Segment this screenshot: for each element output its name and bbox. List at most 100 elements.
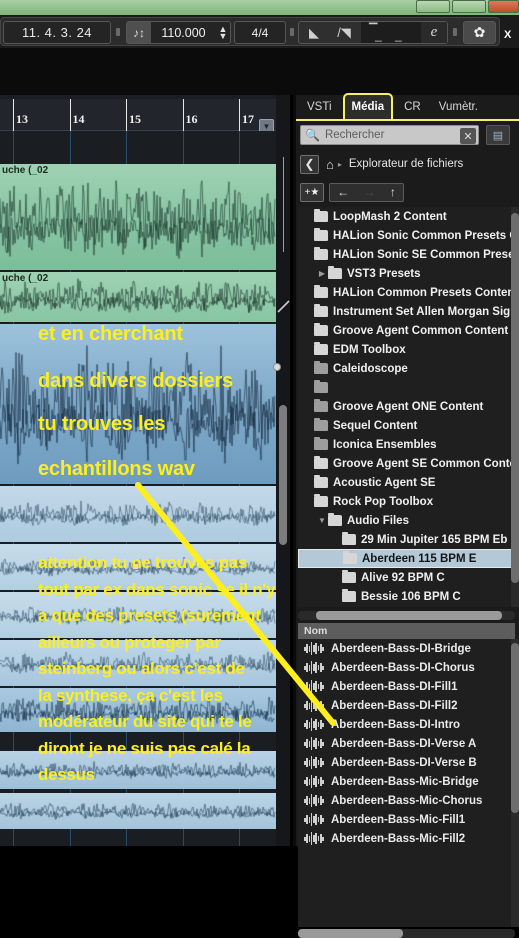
nav-back-icon[interactable]: ← bbox=[337, 185, 349, 199]
folder-icon bbox=[328, 266, 342, 279]
breadcrumb-label[interactable]: Explorateur de fichiers bbox=[349, 158, 463, 170]
tree-item[interactable]: Groove Agent SE Common Content bbox=[298, 454, 517, 473]
ruler-tick bbox=[239, 99, 240, 131]
tree-item[interactable]: Acoustic Agent SE bbox=[298, 473, 517, 492]
file-list-header[interactable]: Nom bbox=[298, 623, 515, 639]
tree-item-label: Rock Pop Toolbox bbox=[333, 495, 434, 508]
timeline-ruler[interactable]: 13 14 15 16 17 ▼ bbox=[0, 99, 276, 133]
track-lanes[interactable]: uche (_02 uche (_02 bbox=[0, 131, 276, 846]
tree-item[interactable]: Groove Agent Common Content bbox=[298, 321, 517, 340]
window-maximize-button[interactable] bbox=[452, 0, 486, 13]
metronome-click-icon[interactable]: ◣ bbox=[299, 22, 329, 43]
tempo-control[interactable]: ♪↕ 110.000 ▲ ▼ bbox=[126, 21, 231, 44]
home-icon[interactable]: ⌂ bbox=[326, 157, 334, 172]
tree-item[interactable]: Aberdeen 115 BPM E bbox=[298, 549, 517, 568]
tree-item[interactable]: HALion Sonic SE Common Presets C bbox=[298, 245, 517, 264]
file-list-horizontal-scrollbar-thumb[interactable] bbox=[298, 929, 403, 938]
tree-item[interactable]: 29 Min Jupiter 165 BPM Eb bbox=[298, 530, 517, 549]
precount-icon[interactable]: /◥ bbox=[329, 22, 359, 43]
scroll-knob[interactable] bbox=[273, 363, 281, 371]
close-x-label[interactable]: X bbox=[504, 29, 511, 41]
editor-button[interactable]: e bbox=[421, 22, 447, 43]
waveform-icon bbox=[304, 756, 324, 769]
audio-clip[interactable] bbox=[0, 592, 276, 638]
audio-clip[interactable] bbox=[0, 486, 276, 542]
file-list-item[interactable]: Aberdeen-Bass-DI-Verse B bbox=[298, 753, 515, 772]
audio-clip[interactable] bbox=[0, 640, 276, 686]
tree-item-label: Groove Agent SE Common Content bbox=[333, 457, 517, 470]
separator-dot-2 bbox=[290, 28, 294, 36]
tree-item[interactable]: ▼ Audio Files bbox=[298, 511, 517, 530]
tree-item-label: Aberdeen 115 BPM E bbox=[362, 552, 477, 565]
view-options-icon[interactable]: ▤ bbox=[486, 125, 510, 145]
tree-item[interactable]: LoopMash 2 Content bbox=[298, 207, 517, 226]
breadcrumb: ❮ ⌂ ▸ Explorateur de fichiers bbox=[296, 153, 519, 175]
audio-clip[interactable] bbox=[0, 324, 276, 484]
file-list[interactable]: Aberdeen-Bass-DI-Bridge Aberdeen-Bass-DI-… bbox=[298, 639, 515, 927]
tree-item[interactable]: Alive 92 BPM C bbox=[298, 568, 517, 587]
arrange-window[interactable]: 13 14 15 16 17 ▼ uche (_02 uche (_02 bbox=[0, 95, 293, 846]
tree-item[interactable]: HALion Common Presets Content bbox=[298, 283, 517, 302]
tree-item[interactable]: Instrument Set Allen Morgan Signa bbox=[298, 302, 517, 321]
tree-item[interactable]: Caleidoscope bbox=[298, 359, 517, 378]
tab-vumtr[interactable]: Vumètr. bbox=[432, 95, 485, 119]
tab-vsti[interactable]: VSTi bbox=[300, 95, 339, 119]
file-list-item[interactable]: Aberdeen-Bass-DI-Fill2 bbox=[298, 696, 515, 715]
folder-tree[interactable]: LoopMash 2 Content HALion Sonic Common Pr… bbox=[298, 207, 517, 607]
audio-clip[interactable]: uche (_02 bbox=[0, 164, 276, 270]
clear-search-icon[interactable]: ✕ bbox=[460, 128, 476, 144]
window-close-button[interactable] bbox=[488, 0, 519, 13]
tree-item[interactable]: Groove Agent ONE Content bbox=[298, 397, 517, 416]
tree-item[interactable]: Iconica Ensembles bbox=[298, 435, 517, 454]
chevron-right-icon[interactable]: ▶ bbox=[316, 269, 328, 278]
file-name: Aberdeen-Bass-DI-Fill1 bbox=[331, 680, 458, 693]
waveform bbox=[0, 592, 276, 638]
audio-clip[interactable] bbox=[0, 793, 276, 829]
settings-button[interactable]: ✿ bbox=[463, 21, 496, 44]
file-list-item[interactable]: Aberdeen-Bass-Mic-Fill1 bbox=[298, 810, 515, 829]
file-list-item[interactable]: Aberdeen-Bass-DI-Verse A bbox=[298, 734, 515, 753]
tab-mdia[interactable]: Média bbox=[342, 93, 394, 119]
clip-handle[interactable] bbox=[132, 563, 139, 570]
transport-position-field[interactable]: 11. 4. 3. 24 bbox=[3, 21, 111, 44]
breadcrumb-back-button[interactable]: ❮ bbox=[300, 154, 319, 174]
tree-item[interactable]: Sequel Content bbox=[298, 416, 517, 435]
tree-horizontal-scrollbar-thumb[interactable] bbox=[316, 611, 502, 620]
add-favorite-button[interactable]: +★ bbox=[300, 182, 324, 202]
tab-cr[interactable]: CR bbox=[397, 95, 428, 119]
tree-item[interactable]: Rock Pop Toolbox bbox=[298, 492, 517, 511]
track-vertical-scrollbar-thumb[interactable] bbox=[279, 405, 287, 545]
tree-item-label: HALion Sonic SE Common Presets C bbox=[333, 248, 517, 261]
tree-item[interactable]: EDM Toolbox bbox=[298, 340, 517, 359]
tempo-spinner-icon[interactable]: ▲ ▼ bbox=[216, 24, 230, 40]
tree-item-label: Instrument Set Allen Morgan Signa bbox=[333, 305, 517, 318]
waveform-icon bbox=[304, 642, 324, 655]
audio-clip[interactable]: uche (_02 bbox=[0, 272, 276, 322]
file-list-vertical-scrollbar-thumb[interactable] bbox=[511, 643, 519, 813]
tempo-value[interactable]: 110.000 bbox=[151, 26, 216, 40]
tree-item[interactable]: HALion Sonic Common Presets Con bbox=[298, 226, 517, 245]
chevron-down-icon[interactable]: ▼ bbox=[316, 516, 328, 525]
file-list-item[interactable]: Aberdeen-Bass-Mic-Fill2 bbox=[298, 829, 515, 848]
file-list-item[interactable]: Aberdeen-Bass-DI-Chorus bbox=[298, 658, 515, 677]
file-list-item[interactable]: Aberdeen-Bass-DI-Intro bbox=[298, 715, 515, 734]
file-list-item[interactable]: Aberdeen-Bass-Mic-Chorus bbox=[298, 791, 515, 810]
tree-item[interactable] bbox=[298, 378, 517, 397]
tree-item[interactable]: ▶ VST3 Presets bbox=[298, 264, 517, 283]
audio-clip[interactable] bbox=[0, 688, 276, 732]
file-list-item[interactable]: Aberdeen-Bass-Mic-Bridge bbox=[298, 772, 515, 791]
file-list-item[interactable]: Aberdeen-Bass-DI-Fill1 bbox=[298, 677, 515, 696]
audio-clip[interactable] bbox=[0, 751, 276, 789]
tree-item-label: HALion Common Presets Content bbox=[333, 286, 517, 299]
count-display[interactable]: ▔ _ _ _ bbox=[361, 22, 421, 56]
tree-vertical-scrollbar-thumb[interactable] bbox=[511, 213, 519, 583]
folder-icon bbox=[314, 437, 328, 450]
search-input[interactable]: 🔍 Rechercher ✕ bbox=[300, 125, 479, 145]
waveform-icon bbox=[304, 680, 324, 693]
time-signature-field[interactable]: 4/4 bbox=[234, 21, 286, 44]
nav-up-icon[interactable]: ↑ bbox=[390, 185, 396, 199]
window-minimize-button[interactable] bbox=[416, 0, 450, 13]
file-list-item[interactable]: Aberdeen-Bass-DI-Bridge bbox=[298, 639, 515, 658]
waveform-icon bbox=[304, 775, 324, 788]
tree-item[interactable]: Bessie 106 BPM C bbox=[298, 587, 517, 606]
